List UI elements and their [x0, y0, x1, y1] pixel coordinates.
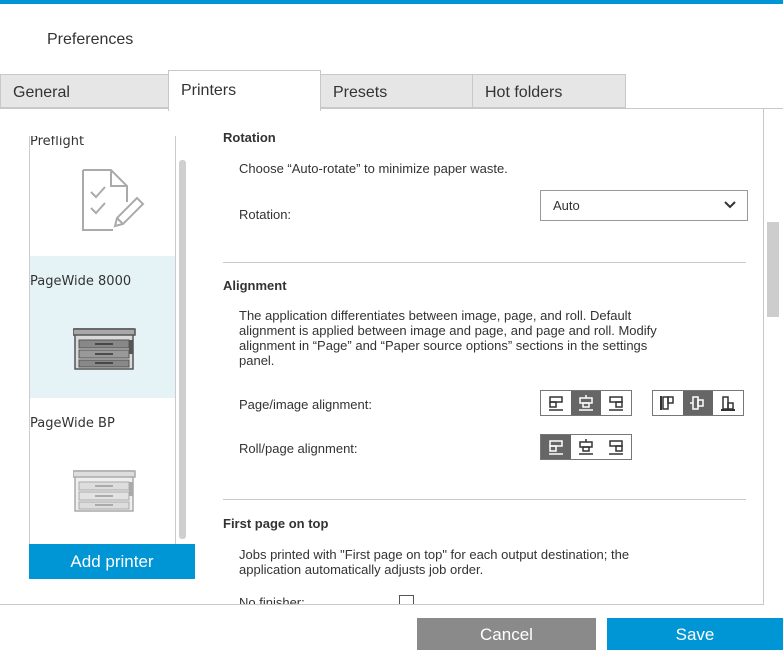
align-left-button[interactable]: [541, 391, 571, 415]
printer-list[interactable]: Preflight PageWide 8000 PageWide BP: [29, 136, 176, 544]
page-image-horizontal-alignment-group: [540, 390, 632, 416]
tab-printers[interactable]: Printers: [168, 70, 321, 111]
align-middle-button[interactable]: [683, 391, 713, 415]
first-page-heading: First page on top: [223, 516, 329, 531]
printer-list-scrollbar[interactable]: [179, 160, 186, 539]
align-top-button[interactable]: [653, 391, 683, 415]
no-finisher-checkbox[interactable]: [399, 595, 414, 604]
section-divider: [223, 262, 746, 263]
align-left-icon: [549, 440, 563, 455]
no-finisher-label: No finisher:: [239, 595, 305, 604]
roll-align-center-button[interactable]: [571, 435, 601, 459]
tab-hot-folders[interactable]: Hot folders: [472, 74, 626, 108]
rotation-description: Choose “Auto-rotate” to minimize paper w…: [239, 161, 508, 176]
tab-presets[interactable]: Presets: [320, 74, 473, 108]
roll-align-right-button[interactable]: [601, 435, 631, 459]
roll-page-alignment-group: [540, 434, 632, 460]
page-title: Preferences: [47, 31, 134, 48]
printer-item-pagewide-8000[interactable]: PageWide 8000: [30, 256, 175, 398]
tab-general[interactable]: General: [0, 74, 169, 108]
align-top-icon: [660, 396, 674, 410]
printer-name: PageWide 8000: [30, 274, 132, 289]
printer-name: Preflight: [30, 136, 85, 149]
align-center-icon: [579, 439, 593, 455]
page-image-vertical-alignment-group: [652, 390, 744, 416]
first-page-description-line: Jobs printed with "First page on top" fo…: [239, 547, 630, 562]
panel-bottom-border: [0, 604, 764, 605]
rotation-heading: Rotation: [223, 130, 276, 145]
cancel-button[interactable]: Cancel: [417, 618, 596, 650]
roll-page-alignment-label: Roll/page alignment:: [239, 441, 358, 456]
save-button[interactable]: Save: [607, 618, 783, 650]
printer-icon: [73, 328, 136, 370]
align-bottom-button[interactable]: [713, 391, 743, 415]
alignment-description-line: alignment in “Page” and “Paper source op…: [239, 338, 648, 353]
first-page-description-line: application automatically adjusts job or…: [239, 562, 484, 577]
top-accent-bar: [0, 0, 783, 4]
align-right-button[interactable]: [601, 391, 631, 415]
tab-divider: [0, 108, 783, 109]
align-right-icon: [609, 440, 623, 455]
rotation-label: Rotation:: [239, 207, 292, 222]
printer-item-pagewide-bp[interactable]: PageWide BP: [30, 398, 175, 544]
alignment-description-line: The application differentiates between i…: [239, 308, 632, 323]
align-center-icon: [579, 395, 593, 411]
align-middle-icon: [690, 396, 704, 410]
align-right-icon: [609, 396, 623, 411]
align-bottom-icon: [721, 396, 735, 411]
rotation-select[interactable]: Auto: [540, 190, 748, 221]
alignment-description-line: alignment is applied between image and p…: [239, 323, 657, 338]
printer-settings-panel: Rotation Choose “Auto-rotate” to minimiz…: [208, 110, 758, 604]
panel-right-border: [763, 108, 764, 605]
alignment-heading: Alignment: [223, 278, 287, 293]
printer-icon: [73, 470, 136, 512]
add-printer-button[interactable]: Add printer: [29, 544, 195, 579]
printer-name: PageWide BP: [30, 416, 115, 431]
page-image-alignment-label: Page/image alignment:: [239, 397, 372, 412]
section-divider: [223, 499, 746, 500]
align-center-button[interactable]: [571, 391, 601, 415]
settings-scrollbar[interactable]: [767, 222, 779, 317]
rotation-value: Auto: [553, 198, 580, 213]
tab-bar: General Printers Presets Hot folders: [0, 70, 783, 111]
align-left-icon: [549, 396, 563, 411]
document-check-icon: [82, 169, 145, 231]
chevron-down-icon: [724, 201, 736, 209]
printer-item-preflight[interactable]: Preflight: [30, 136, 175, 248]
alignment-description-line: panel.: [239, 353, 275, 368]
roll-align-left-button[interactable]: [541, 435, 571, 459]
